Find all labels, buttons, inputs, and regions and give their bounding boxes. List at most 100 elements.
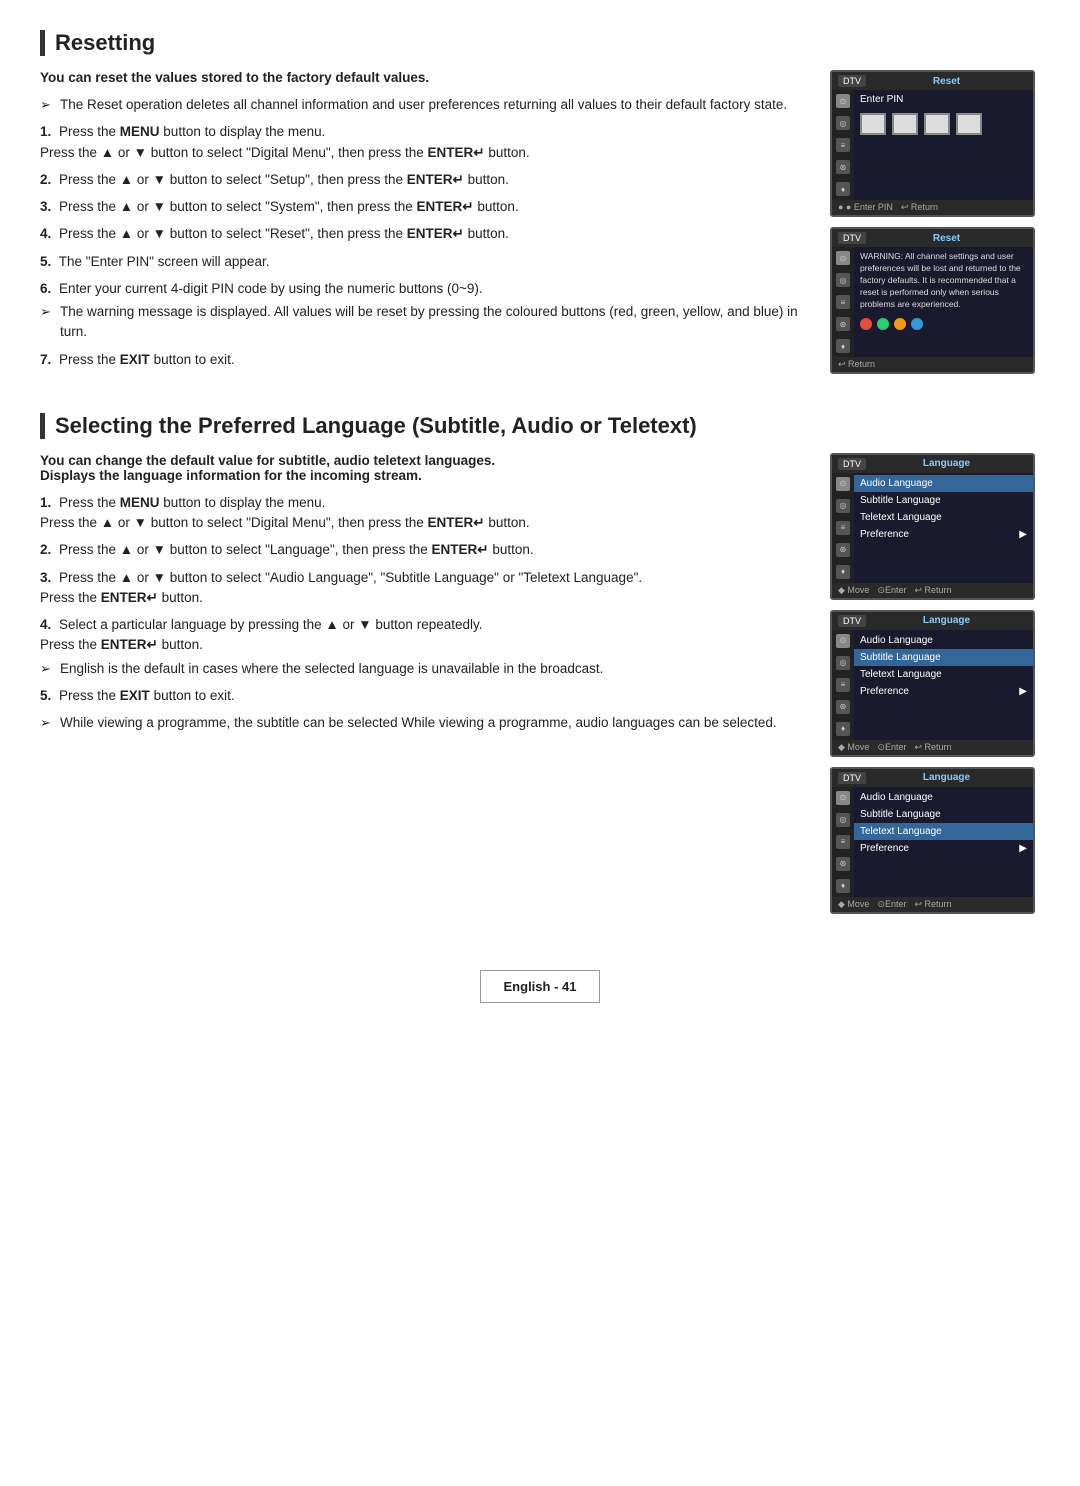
tv-footer: ◆ Move ⊙Enter ↩ Return [832, 897, 1033, 912]
tv-warning-text: WARNING: All channel settings and user p… [860, 251, 1027, 310]
tv-content-area: ⊙ ◎ ≡ ⊛ ♦ Audio Language Subtitle Langua… [832, 787, 1033, 897]
footer-item: ⊙Enter [877, 742, 906, 753]
list-item: 1. Press the MENU button to display the … [40, 122, 806, 163]
pin-box [860, 113, 886, 135]
lang-menu-subtitle: Subtitle Language [854, 492, 1033, 509]
lang-menu-audio: Audio Language [854, 632, 1033, 649]
screen-title: Language [923, 458, 970, 469]
language-layout: You can change the default value for sub… [40, 453, 1040, 914]
list-item: The Reset operation deletes all channel … [40, 95, 806, 115]
tv-icon: ≡ [836, 521, 850, 535]
tv-main: Enter PIN [854, 90, 1033, 200]
tv-main: Audio Language Subtitle Language Teletex… [854, 473, 1033, 583]
lang-menu-preference: Preference▶ [854, 840, 1033, 857]
list-item: 4. Select a particular language by press… [40, 615, 806, 679]
tv-screen-lang-2: DTV Language ⊙ ◎ ≡ ⊛ ♦ Audio Language Su… [830, 610, 1035, 757]
resetting-steps: The Reset operation deletes all channel … [40, 95, 806, 370]
language-title: Selecting the Preferred Language (Subtit… [40, 413, 1040, 439]
tv-screen-header: DTV Language [832, 612, 1033, 630]
list-item: 2. Press the ▲ or ▼ button to select "La… [40, 540, 806, 560]
tv-content-area: ⊙ ◎ ≡ ⊛ ♦ Enter PIN [832, 90, 1033, 200]
tv-content-area: ⊙ ◎ ≡ ⊛ ♦ WARNING: All channel settings … [832, 247, 1033, 357]
tv-icon: ◎ [836, 499, 850, 513]
tv-icon: ♦ [836, 722, 850, 736]
arrow-item: The Reset operation deletes all channel … [40, 95, 806, 115]
tv-footer: ↩ Return [832, 357, 1033, 372]
tv-icon: ♦ [836, 565, 850, 579]
tv-icon: ⊙ [836, 94, 850, 108]
pin-box [924, 113, 950, 135]
screen-title: Reset [933, 233, 960, 244]
list-item: 5. Press the EXIT button to exit. [40, 686, 806, 706]
language-section: Selecting the Preferred Language (Subtit… [40, 413, 1040, 914]
tv-icon: ◎ [836, 273, 850, 287]
language-steps: 1. Press the MENU button to display the … [40, 493, 806, 734]
arrow-item: English is the default in cases where th… [40, 659, 806, 679]
enter-pin-label: Enter PIN [860, 94, 1027, 105]
tv-icon: ≡ [836, 678, 850, 692]
pin-box [956, 113, 982, 135]
tv-footer: ● ● Enter PIN ↩ Return [832, 200, 1033, 215]
tv-main: Audio Language Subtitle Language Teletex… [854, 787, 1033, 897]
list-item: 7. Press the EXIT button to exit. [40, 350, 806, 370]
dtv-label: DTV [838, 75, 866, 87]
page-number: English - 41 [480, 970, 600, 1003]
footer-item: ⊙Enter [877, 899, 906, 910]
footer-item: ↩ Return [901, 202, 938, 213]
dtv-label: DTV [838, 232, 866, 244]
footer-item: ↩ Return [915, 585, 952, 596]
dtv-label: DTV [838, 615, 866, 627]
tv-main: WARNING: All channel settings and user p… [854, 247, 1033, 357]
tv-icon: ⊛ [836, 857, 850, 871]
tv-content-area: ⊙ ◎ ≡ ⊛ ♦ Audio Language Subtitle Langua… [832, 630, 1033, 740]
arrow-item: While viewing a programme, the subtitle … [40, 713, 806, 733]
tv-icon: ⊙ [836, 477, 850, 491]
resetting-text: You can reset the values stored to the f… [40, 70, 806, 377]
lang-menu-preference: Preference▶ [854, 526, 1033, 543]
list-item: 1. Press the MENU button to display the … [40, 493, 806, 534]
footer-item: ◆ Move [838, 742, 869, 753]
tv-footer: ◆ Move ⊙Enter ↩ Return [832, 740, 1033, 755]
list-item: 3. Press the ▲ or ▼ button to select "Au… [40, 568, 806, 609]
pin-boxes [860, 113, 1027, 135]
tv-icon: ♦ [836, 879, 850, 893]
list-item: 3. Press the ▲ or ▼ button to select "Sy… [40, 197, 806, 217]
tv-sidebar: ⊙ ◎ ≡ ⊛ ♦ [832, 90, 854, 200]
tv-main: Audio Language Subtitle Language Teletex… [854, 630, 1033, 740]
tv-sidebar: ⊙ ◎ ≡ ⊛ ♦ [832, 787, 854, 897]
list-item: 5. The "Enter PIN" screen will appear. [40, 252, 806, 272]
screen-title: Reset [933, 76, 960, 87]
tv-icon: ◎ [836, 813, 850, 827]
lang-menu-subtitle: Subtitle Language [854, 649, 1033, 666]
tv-sidebar: ⊙ ◎ ≡ ⊛ ♦ [832, 473, 854, 583]
tv-screen-header: DTV Reset [832, 72, 1033, 90]
dtv-label: DTV [838, 772, 866, 784]
tv-icon: ⊛ [836, 317, 850, 331]
tv-icon: ♦ [836, 339, 850, 353]
tv-icon: ⊙ [836, 634, 850, 648]
tv-screen-header: DTV Language [832, 769, 1033, 787]
tv-content-area: ⊙ ◎ ≡ ⊛ ♦ Audio Language Subtitle Langua… [832, 473, 1033, 583]
tv-icon: ≡ [836, 835, 850, 849]
list-item: 2. Press the ▲ or ▼ button to select "Se… [40, 170, 806, 190]
language-intro: You can change the default value for sub… [40, 453, 806, 483]
footer-item: ◆ Move [838, 899, 869, 910]
footer-item: ↩ Return [915, 899, 952, 910]
color-dots [860, 318, 1027, 330]
tv-screen-header: DTV Language [832, 455, 1033, 473]
footer-item: ↩ Return [915, 742, 952, 753]
yellow-dot [894, 318, 906, 330]
language-screens: DTV Language ⊙ ◎ ≡ ⊛ ♦ Audio Language Su… [830, 453, 1040, 914]
tv-screen-header: DTV Reset [832, 229, 1033, 247]
lang-menu-teletext: Teletext Language [854, 823, 1033, 840]
tv-footer: ◆ Move ⊙Enter ↩ Return [832, 583, 1033, 598]
green-dot [877, 318, 889, 330]
tv-icon: ⊙ [836, 251, 850, 265]
pin-box [892, 113, 918, 135]
lang-menu-teletext: Teletext Language [854, 666, 1033, 683]
tv-screen-lang-1: DTV Language ⊙ ◎ ≡ ⊛ ♦ Audio Language Su… [830, 453, 1035, 600]
tv-icon: ⊛ [836, 543, 850, 557]
tv-screen-lang-3: DTV Language ⊙ ◎ ≡ ⊛ ♦ Audio Language Su… [830, 767, 1035, 914]
resetting-layout: You can reset the values stored to the f… [40, 70, 1040, 377]
footer-item: ⊙Enter [877, 585, 906, 596]
